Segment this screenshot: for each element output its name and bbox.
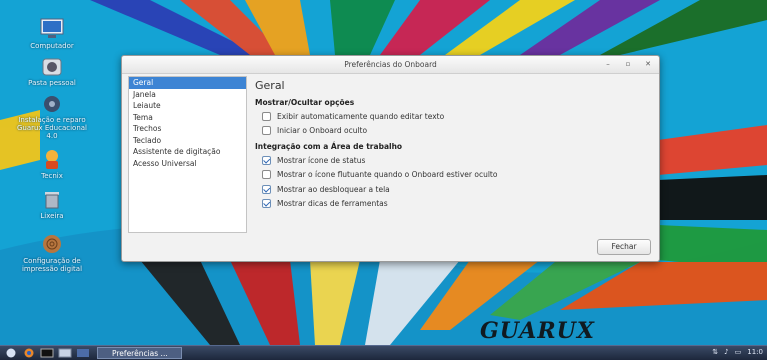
settings-sidebar: Geral Janela Leiaute Tema Trechos Teclad…	[128, 76, 247, 233]
option-tooltips[interactable]: Mostrar dicas de ferramentas	[255, 197, 651, 212]
option-status-icon[interactable]: Mostrar ícone de status	[255, 153, 651, 168]
nav-item-acesso-universal[interactable]: Acesso Universal	[129, 158, 246, 170]
volume-icon[interactable]: ♪	[724, 348, 728, 356]
option-auto-show[interactable]: Exibir automaticamente quando editar tex…	[255, 109, 651, 124]
menu-icon[interactable]	[6, 348, 16, 358]
network-icon[interactable]: ⇅	[712, 348, 718, 356]
system-tray: ⇅ ♪ ▭ 11:0	[712, 348, 763, 356]
nav-item-leiaute[interactable]: Leiaute	[129, 100, 246, 112]
desktop-icon-label: Lixeira	[40, 212, 64, 220]
battery-icon[interactable]: ▭	[735, 348, 742, 356]
option-label: Exibir automaticamente quando editar tex…	[277, 111, 445, 121]
nav-item-trechos[interactable]: Trechos	[129, 123, 246, 135]
close-button[interactable]: Fechar	[597, 239, 651, 255]
clock[interactable]: 11:0	[747, 348, 763, 356]
settings-content: Geral Mostrar/Ocultar opções Exibir auto…	[255, 76, 651, 211]
desktop-icon-tecnix[interactable]: Tecnix	[12, 148, 92, 180]
nav-item-tema[interactable]: Tema	[129, 112, 246, 124]
desktop-icon-trash[interactable]: Lixeira	[12, 188, 92, 220]
browser-icon[interactable]	[22, 348, 36, 358]
taskbar-task-label: Preferências ...	[112, 349, 168, 358]
desktop-icon-home[interactable]: Pasta pessoal	[12, 57, 92, 87]
file-manager-icon[interactable]	[58, 348, 72, 358]
home-folder-icon	[42, 58, 62, 76]
checkbox-tooltips[interactable]	[262, 199, 271, 209]
desktop-icon-computer[interactable]: Computador	[12, 18, 92, 50]
nav-item-geral[interactable]: Geral	[129, 77, 246, 89]
option-floating-icon[interactable]: Mostrar o ícone flutuante quando o Onboa…	[255, 168, 651, 183]
checkbox-floating-icon[interactable]	[262, 170, 271, 180]
installer-icon	[44, 96, 60, 112]
option-start-hidden[interactable]: Iniciar o Onboard oculto	[255, 124, 651, 139]
taskbar: Preferências ... ⇅ ♪ ▭ 11:0	[0, 345, 767, 360]
desktop-icon-label: Configuração de impressão digital	[21, 257, 83, 273]
desktop-icon-installer[interactable]: Instalação e reparo Guarux Educacional 4…	[12, 94, 92, 140]
option-label: Mostrar dicas de ferramentas	[277, 199, 388, 209]
option-label: Mostrar ícone de status	[277, 155, 366, 165]
fingerprint-icon	[43, 235, 61, 253]
desktop-icon-fingerprint[interactable]: Configuração de impressão digital	[12, 233, 92, 273]
minimize-button[interactable]: –	[603, 59, 613, 69]
desktop-icon-label: Instalação e reparo Guarux Educacional 4…	[16, 116, 88, 140]
checkbox-auto-show[interactable]	[262, 111, 271, 121]
option-show-on-unlock[interactable]: Mostrar ao desbloquear a tela	[255, 182, 651, 197]
nav-item-assistente[interactable]: Assistente de digitação	[129, 146, 246, 158]
option-label: Mostrar o ícone flutuante quando o Onboa…	[277, 170, 498, 180]
page-title: Geral	[255, 79, 285, 92]
section-heading-desktop-integration: Integração com a Área de trabalho	[255, 142, 403, 151]
nav-item-janela[interactable]: Janela	[129, 89, 246, 101]
window-titlebar[interactable]: Preferências do Onboard – ▫ ✕	[122, 56, 659, 74]
preferences-window: Preferências do Onboard – ▫ ✕ Geral Jane…	[121, 55, 660, 262]
show-desktop-icon[interactable]	[76, 348, 90, 358]
monitor-icon	[40, 18, 64, 38]
checkbox-status-icon[interactable]	[262, 155, 271, 165]
window-title: Preferências do Onboard	[344, 60, 437, 69]
close-window-button[interactable]: ✕	[643, 59, 653, 69]
desktop-icon-label: Tecnix	[41, 172, 63, 180]
desktop-icon-label: Pasta pessoal	[28, 79, 76, 87]
taskbar-task-preferences[interactable]: Preferências ...	[97, 347, 182, 359]
option-label: Mostrar ao desbloquear a tela	[277, 184, 390, 194]
checkbox-show-on-unlock[interactable]	[262, 184, 271, 194]
terminal-icon[interactable]	[40, 348, 54, 358]
trash-icon	[45, 192, 59, 209]
section-heading-show-hide: Mostrar/Ocultar opções	[255, 98, 355, 107]
mascot-icon	[46, 150, 58, 169]
nav-item-teclado[interactable]: Teclado	[129, 135, 246, 147]
maximize-button[interactable]: ▫	[623, 59, 633, 69]
option-label: Iniciar o Onboard oculto	[277, 126, 368, 136]
checkbox-start-hidden[interactable]	[262, 126, 271, 136]
desktop-icon-label: Computador	[30, 42, 74, 50]
